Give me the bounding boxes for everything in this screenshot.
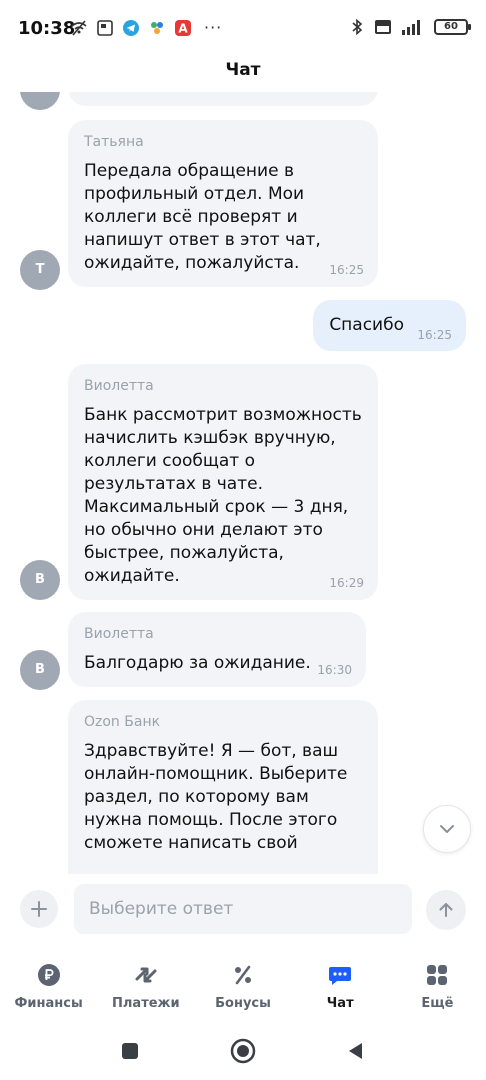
nav-item-more[interactable]: Ещё [389,952,486,1024]
message-bubble-violetta: Виолетта Банк рассмотрит возможность нач… [68,364,378,600]
bottom-navigation: Финансы Платежи Бонусы Чат Ещё [0,952,486,1024]
back-button[interactable] [343,1038,369,1064]
nav-item-bonuses[interactable]: Бонусы [194,952,291,1024]
nav-label: Бонусы [215,996,271,1011]
status-bar: 10:38 A ··· 60 [0,0,486,56]
send-button[interactable] [426,890,466,930]
plus-icon [31,901,47,917]
system-navigation-bar [0,1024,486,1080]
notification-icon [97,19,113,36]
message-text: Передала обращение в профильный отдел. М… [84,161,321,273]
svg-text:A: A [178,21,188,35]
signal-icon [402,20,420,35]
nav-label: Ещё [421,996,454,1011]
no-wifi-icon [71,19,87,36]
ruble-icon [36,962,62,988]
message-bubble-previous [68,92,378,106]
page-title: Чат [225,60,261,80]
triangle-back-icon [349,1043,362,1059]
nav-item-chat[interactable]: Чат [292,952,389,1024]
answer-input[interactable] [74,884,412,934]
message-time: 16:30 [317,663,352,677]
message-time: 16:29 [329,576,364,590]
nav-item-finances[interactable]: Финансы [0,952,97,1024]
message-input-bar [0,876,486,944]
home-button[interactable] [230,1038,256,1064]
recent-apps-button[interactable] [117,1038,143,1064]
bluetooth-icon [352,18,363,36]
square-icon [122,1043,138,1059]
avatar: Т [20,250,60,290]
message-text: Здравствуйте! Я — бот, ваш онлайн-помощн… [84,741,348,853]
attach-button[interactable] [20,890,58,928]
message-sender: Ozon Банк [84,714,161,730]
chevron-down-icon [440,825,454,833]
scroll-down-button[interactable] [423,805,471,853]
message-bubble-tatyana: Татьяна Передала обращение в профильный … [68,120,378,287]
battery-indicator: 60 [434,19,471,35]
message-bubble-violetta: Виолетта Балгодарю за ожидание. 16:30 [68,612,366,687]
status-time: 10:38 [18,18,76,39]
nav-label: Чат [326,996,354,1011]
alert-app-icon: A [175,19,191,36]
chat-header: Чат [0,56,486,92]
circle-home-icon [230,1038,256,1064]
message-sender: Татьяна [84,134,144,150]
arrow-up-icon [439,903,453,917]
nav-label: Платежи [112,996,180,1011]
message-bubble-outgoing: Спасибо 16:25 [313,300,466,351]
chat-bubble-icon [327,962,353,988]
message-text: Балгодарю за ожидание. [84,653,311,673]
message-sender: Виолетта [84,378,154,394]
grid-icon [424,962,450,988]
volte-icon [375,20,391,34]
percent-icon [230,962,256,988]
transfer-arrows-icon [133,962,159,988]
message-time: 16:25 [329,263,364,277]
message-text: Банк рассмотрит возможность начислить кэ… [84,405,362,586]
avatar: В [20,650,60,690]
avatar-previous [20,92,60,110]
app-icon [151,21,163,34]
message-sender: Виолетта [84,626,154,642]
more-notifications-icon: ··· [204,18,223,37]
message-time: 16:25 [417,328,452,342]
message-bubble-ozon-bank: Ozon Банк Здравствуйте! Я — бот, ваш онл… [68,700,378,874]
nav-item-payments[interactable]: Платежи [97,952,194,1024]
nav-label: Финансы [14,996,83,1011]
status-icons-right: 60 [348,18,471,36]
telegram-icon [123,19,139,36]
avatar: В [20,560,60,600]
status-icons-left: A ··· [70,18,222,37]
chat-messages-list[interactable]: Татьяна Передала обращение в профильный … [0,92,486,874]
